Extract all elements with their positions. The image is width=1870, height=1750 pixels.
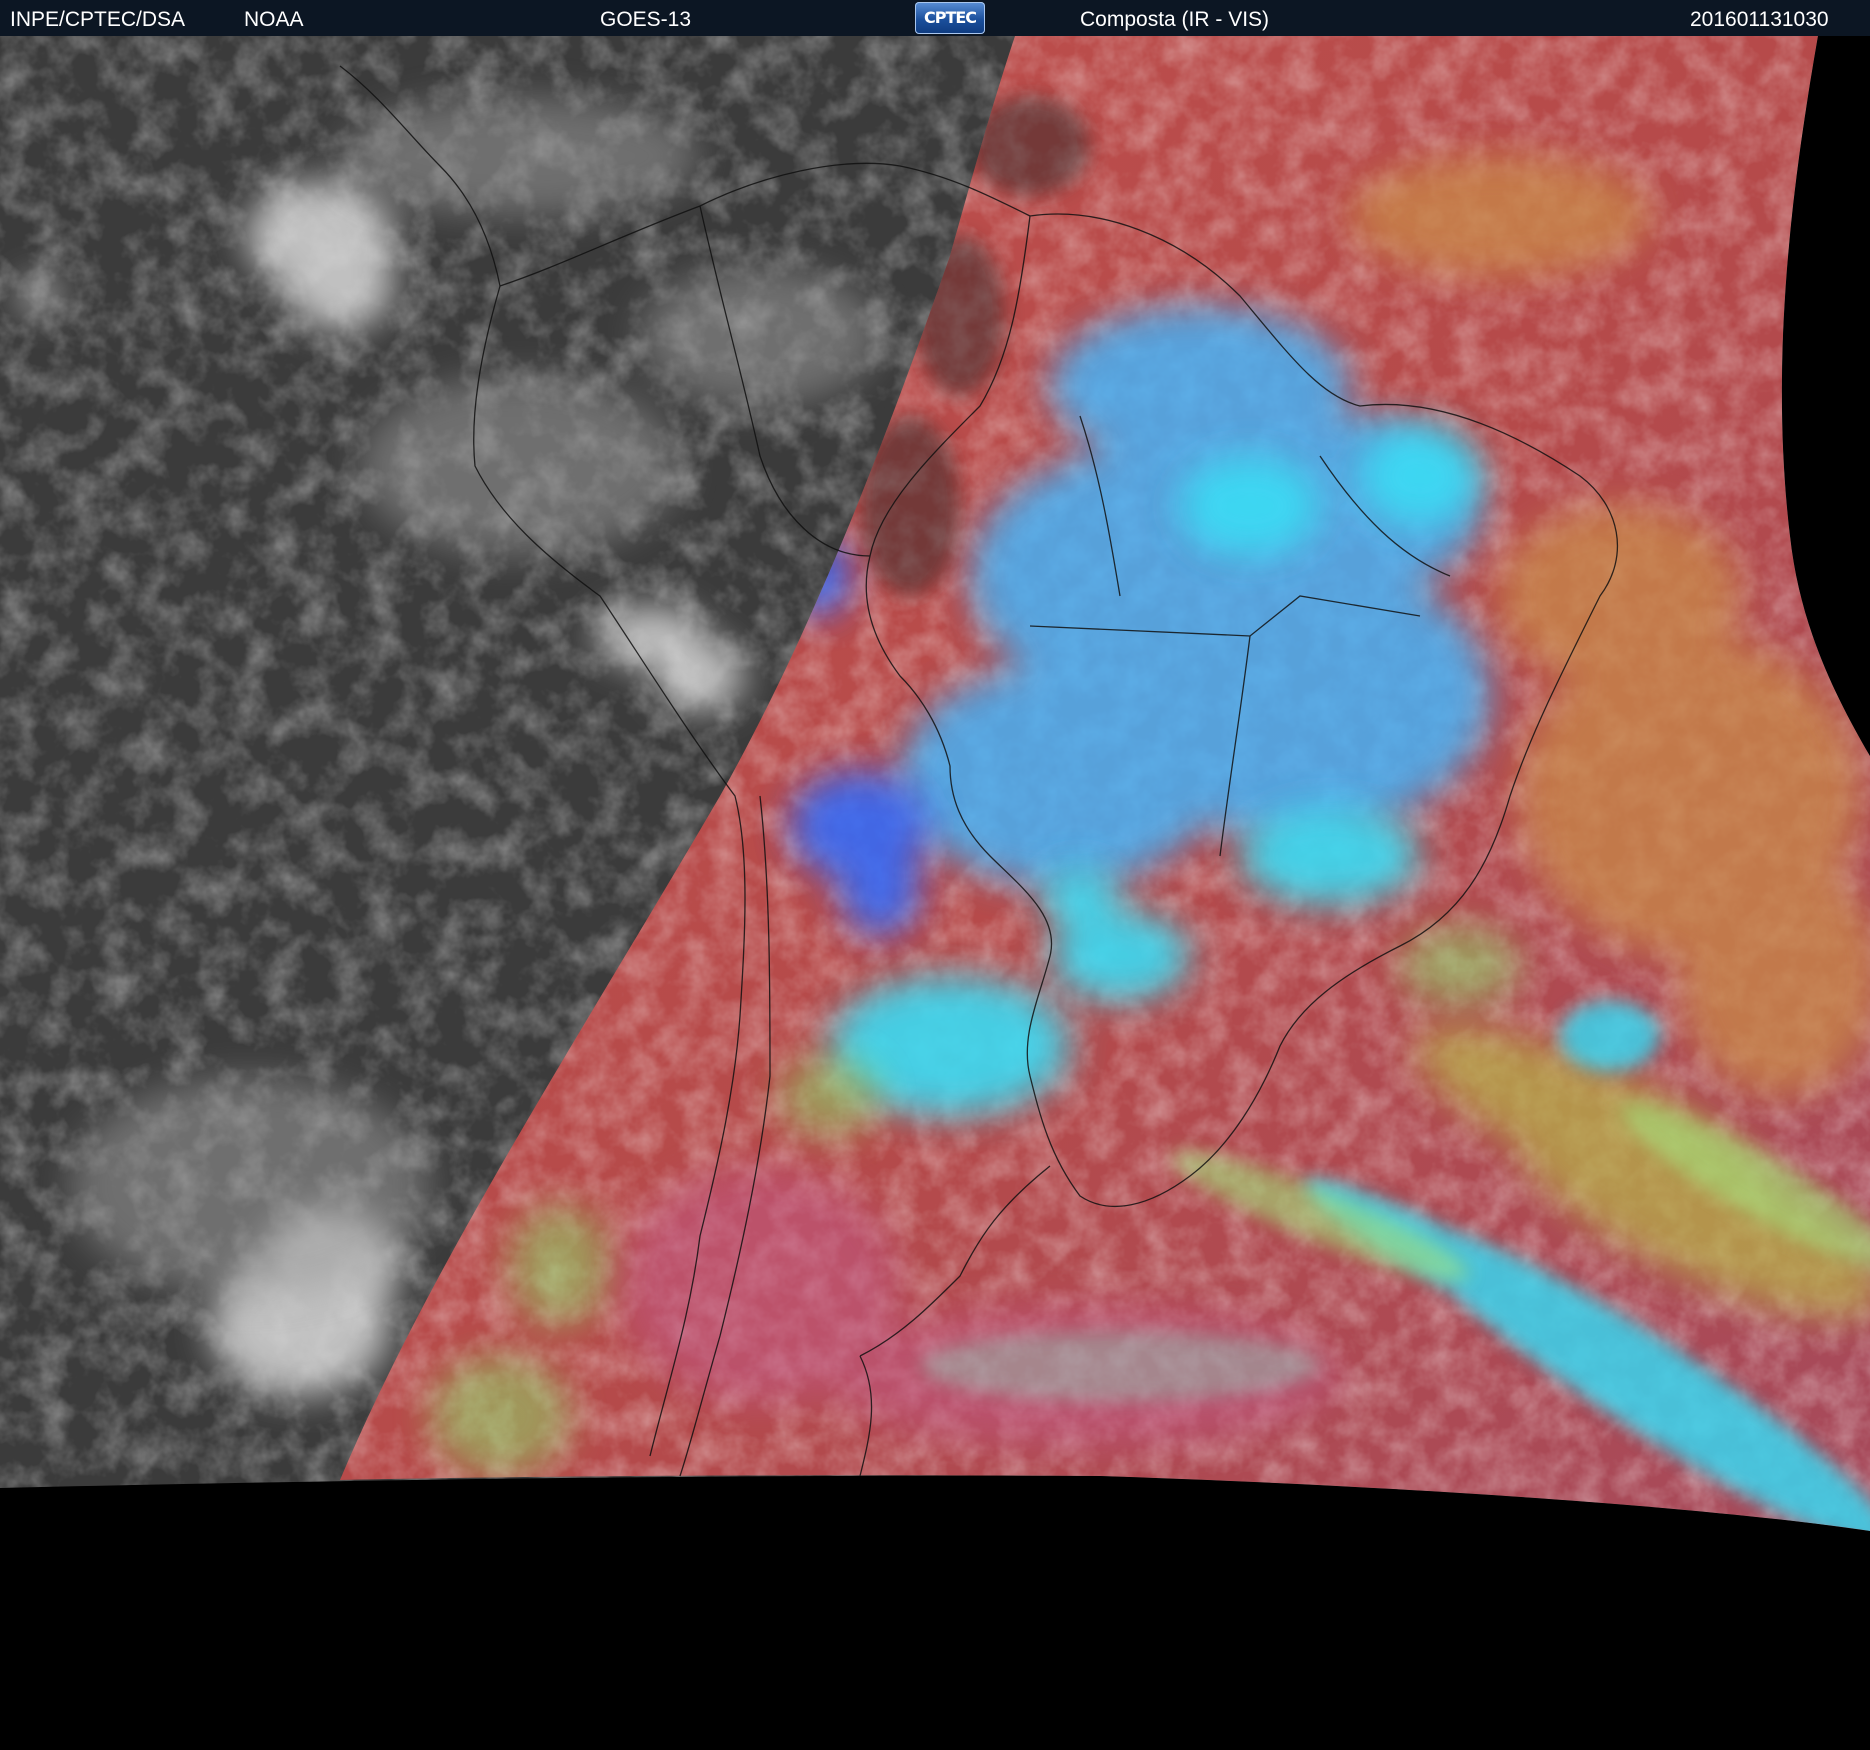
product-label: Composta (IR - VIS) — [1080, 8, 1270, 31]
satellite-label: GOES-13 — [600, 8, 692, 31]
agency-label: INPE/CPTEC/DSA — [10, 8, 186, 31]
satellite-imagery — [0, 36, 1870, 1531]
satellite-image-frame: INPE/CPTEC/DSA NOAA GOES-13 CPTEC Compos… — [0, 0, 1870, 1750]
cptec-logo: CPTEC — [915, 2, 985, 34]
partner-label: NOAA — [244, 8, 304, 31]
cptec-logo-text: CPTEC — [923, 8, 977, 27]
image-header-bar: INPE/CPTEC/DSA NOAA GOES-13 CPTEC Compos… — [0, 0, 1870, 36]
timestamp-label: 201601131030 — [1690, 8, 1829, 31]
